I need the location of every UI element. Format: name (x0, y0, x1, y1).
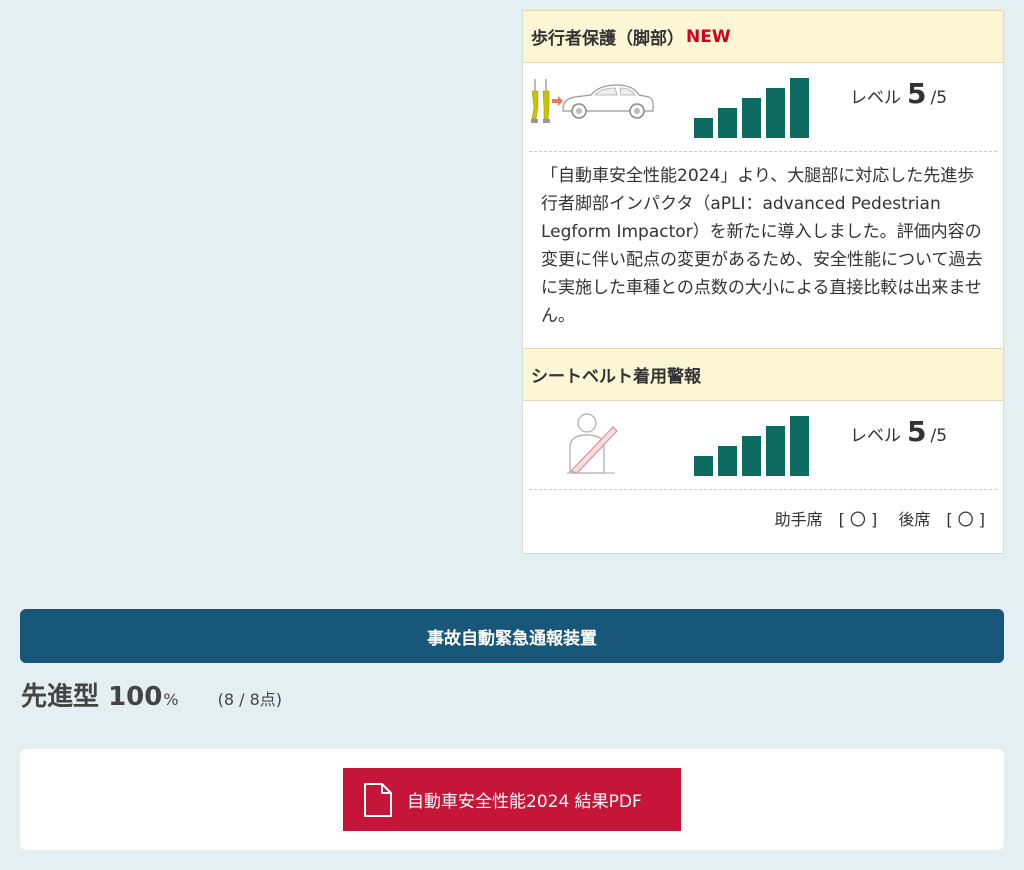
seatbelt-level: レベル 5/5 (850, 415, 947, 448)
level-bar-1 (694, 118, 713, 138)
seatbelt-warning-title: シートベルト着用警報 (531, 367, 701, 387)
page: 歩行者保護（脚部） NEW レベル 5 /5 「自動車安全性能2024」より、大… (0, 0, 1024, 870)
pedestrian-leg-title: 歩行者保護（脚部） (531, 29, 684, 49)
level-bar-2 (718, 446, 737, 476)
new-badge: NEW (686, 26, 731, 47)
level-bar-2 (718, 108, 737, 138)
seatbelt-level-bars (694, 414, 809, 476)
eacn-result: 先進型 100% (8 / 8点) (21, 676, 282, 713)
level-max: /5 (930, 88, 948, 108)
level-value: 5 (907, 77, 927, 110)
level-value: 5 (907, 415, 927, 448)
pedestrian-leg-level: レベル 5/5 (850, 77, 947, 110)
eacn-title: 事故自動緊急通報装置 (427, 628, 597, 649)
pedestrian-leg-level-bars (694, 76, 809, 138)
seatbelt-person-icon (567, 413, 618, 474)
result-pdf-button[interactable]: 自動車安全性能2024 結果PDF (343, 768, 681, 831)
eacn-type: 先進型 (21, 682, 100, 712)
level-bar-4 (766, 88, 785, 138)
pedestrian-leg-car-icon (531, 79, 654, 123)
level-label: レベル (850, 426, 901, 446)
level-bar-5 (790, 416, 809, 476)
eacn-points: (8 / 8点) (217, 690, 283, 709)
level-bar-5 (790, 78, 809, 138)
document-icon (364, 782, 392, 817)
seat-coverage: 助手席 [ 〇 ] 後席 [ 〇 ] (523, 490, 1003, 552)
level-bar-1 (694, 456, 713, 476)
level-label: レベル (850, 88, 901, 108)
seatbelt-level-row: レベル 5/5 (523, 401, 1003, 489)
eacn-header: 事故自動緊急通報装置 (20, 609, 1004, 663)
pedestrian-leg-header: 歩行者保護（脚部） NEW (523, 10, 1003, 63)
level-max: /5 (930, 426, 948, 446)
level-bar-3 (742, 98, 761, 138)
seatbelt-warning-header: シートベルト着用警報 (523, 348, 1003, 401)
eacn-unit: % (163, 690, 179, 709)
seat-coverage-text: 助手席 [ 〇 ] 後席 [ 〇 ] (774, 510, 985, 529)
pedestrian-leg-description: 「自動車安全性能2024」より、大腿部に対応した先進歩行者脚部インパクタ（aPL… (541, 166, 983, 326)
eacn-value: 100 (108, 682, 163, 712)
assessment-card: 歩行者保護（脚部） NEW レベル 5 /5 「自動車安全性能2024」より、大… (522, 10, 1004, 554)
level-bar-3 (742, 436, 761, 476)
pedestrian-leg-level-row: レベル 5/5 (523, 63, 1003, 151)
level-bar-4 (766, 426, 785, 476)
pdf-container: 自動車安全性能2024 結果PDF (20, 749, 1004, 850)
pdf-button-label: 自動車安全性能2024 結果PDF (407, 792, 642, 812)
